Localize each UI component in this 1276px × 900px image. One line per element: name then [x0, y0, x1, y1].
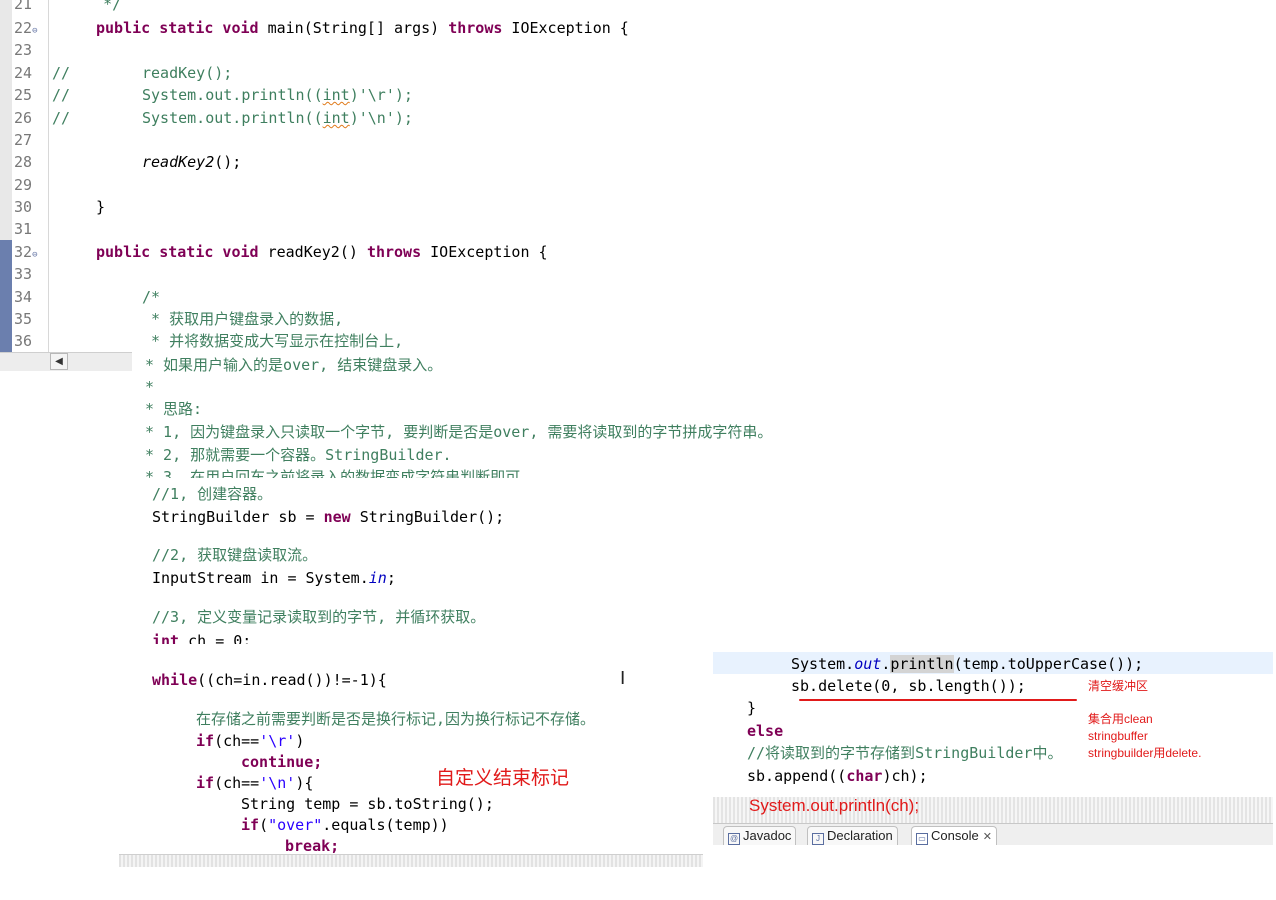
code-line: System.out.println((int)'\n'); — [142, 109, 413, 127]
editor-gutter: 21 22⊖ 23 24 25 26 27 28 29 30 31 32⊖ 33… — [0, 0, 49, 352]
annotation-end-marker: 自定义结束标记 — [436, 768, 570, 789]
code-line: System.out.println((int)'\r'); — [142, 86, 413, 104]
line-number: 33 — [14, 265, 33, 283]
code-line: public static void readKey2() throws IOE… — [96, 243, 548, 261]
line-number: 30 — [14, 198, 33, 216]
code-line: */ — [58, 0, 122, 13]
annotation-println: System.out.println(ch); — [749, 796, 920, 815]
line-number: 22⊖ — [14, 19, 38, 37]
code-line: //2, 获取键盘读取流。 — [152, 546, 318, 564]
comment-block: * 如果用户输入的是over, 结束键盘录入。 * * 思路: * 1, 因为键… — [133, 352, 923, 478]
code-line: } — [96, 198, 106, 216]
code-line: readKey(); — [142, 64, 233, 82]
scroll-left-icon[interactable]: ◀ — [50, 353, 68, 370]
code-line: InputStream in = System.in; — [152, 569, 396, 587]
tab-console[interactable]: ▭ Console ✕ — [911, 826, 997, 845]
horizontal-scrollbar[interactable]: ◀ — [0, 352, 132, 371]
declaration-icon: J — [812, 833, 824, 845]
line-number: 24 — [14, 64, 33, 82]
horizontal-scrollbar[interactable] — [119, 854, 703, 867]
annotation-clean-vs-delete: 集合用clean stringbuffer stringbuilder用dele… — [1088, 712, 1202, 760]
text-cursor-icon: I — [620, 668, 626, 689]
line-number: 32⊖ — [14, 243, 38, 261]
comment-line: * — [145, 378, 155, 396]
javadoc-icon: @ — [728, 833, 740, 845]
code-line: StringBuilder sb = new StringBuilder(); — [152, 508, 505, 526]
code-line: //1, 创建容器。 — [152, 485, 273, 503]
editor-top[interactable]: 21 22⊖ 23 24 25 26 27 28 29 30 31 32⊖ 33… — [0, 0, 1276, 352]
code-line: int ch = 0; — [152, 632, 252, 644]
view-tab-bar: @ Javadoc J Declaration ▭ Console ✕ — [713, 823, 1273, 845]
line-number: 36 — [14, 332, 33, 350]
code-line: break; — [285, 837, 340, 854]
overview-ruler — [0, 0, 12, 352]
comment-line: * 如果用户输入的是over, 结束键盘录入。 — [145, 356, 443, 374]
console-icon: ▭ — [916, 833, 928, 845]
code-line: sb.append((char)ch); — [747, 767, 928, 785]
comment-line: * 3, 在用户回车之前将录入的数据变成字符串判断即可。 — [145, 468, 536, 478]
comment-line: * 思路: — [145, 400, 203, 418]
code-line: while((ch=in.read())!=-1){ — [152, 671, 387, 689]
code-line: readKey2(); — [142, 153, 242, 171]
code-line: /* — [142, 288, 161, 306]
line-number: 25 — [14, 86, 33, 104]
line-number: 23 — [14, 41, 33, 59]
code-line: String temp = sb.toString(); — [241, 795, 494, 813]
code-line: if(ch=='\r') — [196, 732, 305, 750]
tab-javadoc[interactable]: @ Javadoc — [723, 826, 797, 845]
red-underline — [799, 699, 1077, 701]
code-line: continue; — [241, 753, 323, 771]
editor-bottom-right[interactable]: System.out.println(temp.toUpperCase()); … — [713, 652, 1273, 845]
code-line: //将读取到的字节存储到StringBuilder中。 — [747, 744, 1063, 762]
code-line: System.out.println(temp.toUpperCase()); — [791, 655, 1144, 673]
line-number: 29 — [14, 176, 33, 194]
line-number: 21 — [14, 0, 33, 13]
code-line: // — [52, 64, 71, 82]
line-number: 31 — [14, 220, 33, 238]
code-line: sb.delete(0, sb.length()); — [791, 677, 1026, 695]
code-line: if(ch=='\n'){ — [196, 774, 314, 792]
code-line: // — [52, 86, 71, 104]
code-line: // — [52, 109, 71, 127]
line-number: 28 — [14, 153, 33, 171]
fold-icon[interactable]: ⊖ — [32, 26, 37, 36]
line-number: 35 — [14, 310, 33, 328]
editor-bottom-left[interactable]: //1, 创建容器。 StringBuilder sb = new String… — [119, 480, 703, 854]
code-line: 在存储之前需要判断是否是换行标记,因为换行标记不存储。 — [196, 710, 596, 728]
tab-declaration[interactable]: J Declaration — [807, 826, 898, 845]
line-number: 26 — [14, 109, 33, 127]
code-line: public static void main(String[] args) t… — [96, 19, 629, 37]
code-line: else — [747, 722, 784, 740]
annotation-clear-buffer: 清空缓冲区 — [1088, 679, 1149, 693]
code-line: * 获取用户键盘录入的数据, — [142, 310, 344, 328]
line-number: 27 — [14, 131, 33, 149]
close-icon[interactable]: ✕ — [983, 831, 992, 843]
comment-line: * 2, 那就需要一个容器。StringBuilder. — [145, 446, 452, 464]
line-number: 34 — [14, 288, 33, 306]
ruler-highlight — [0, 240, 12, 352]
code-line: } — [747, 699, 757, 717]
code-line: * 并将数据变成大写显示在控制台上, — [142, 332, 404, 350]
fold-icon[interactable]: ⊖ — [32, 250, 37, 260]
comment-line: * 1, 因为键盘录入只读取一个字节, 要判断是否是over, 需要将读取到的字… — [145, 423, 773, 441]
code-line: if("over".equals(temp)) — [241, 816, 449, 834]
code-line: //3, 定义变量记录读取到的字节, 并循环获取。 — [152, 608, 486, 626]
